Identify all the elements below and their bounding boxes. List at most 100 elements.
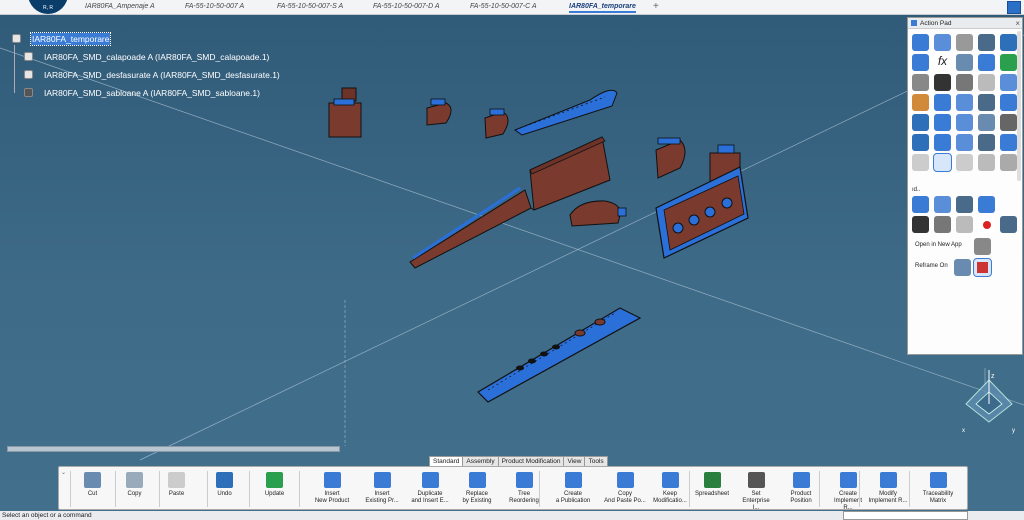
pipette-icon[interactable] <box>1000 74 1017 91</box>
action-bar-label: Paste <box>168 491 185 497</box>
gear-icon[interactable] <box>1000 216 1017 233</box>
undo-icon <box>216 472 233 488</box>
part-icon[interactable] <box>978 196 995 213</box>
globe-icon[interactable] <box>912 94 929 111</box>
split-icon[interactable] <box>978 134 995 151</box>
part-icon[interactable] <box>956 196 973 213</box>
cylinder-selected-icon[interactable] <box>933 153 952 172</box>
reframe-icon[interactable] <box>954 259 971 276</box>
reframe-on-label[interactable]: Reframe On <box>915 263 948 269</box>
barcode-button[interactable]: Set Enterprise I... <box>739 467 773 511</box>
product-position-button[interactable]: Product Position <box>783 467 819 511</box>
replace-icon <box>468 472 486 488</box>
action-pad-title[interactable]: Action Pad × <box>908 18 1022 29</box>
keep-modification-button[interactable]: Keep Modificatio... <box>649 467 691 511</box>
cylinder-icon[interactable] <box>912 154 929 171</box>
copy-paste-position-button[interactable]: Copy And Paste Po... <box>604 467 646 511</box>
duplicate-icon <box>421 472 439 488</box>
scissors-button[interactable]: Cut <box>79 467 106 511</box>
compass-y-label: y <box>1012 428 1015 434</box>
compare-icon[interactable] <box>956 134 973 151</box>
tab-document-5[interactable]: FA-55-10-50-007-C A <box>470 3 537 10</box>
tools-icon[interactable] <box>1000 34 1017 51</box>
tab-document-3[interactable]: FA-55-10-50-007-S A <box>277 3 343 10</box>
stop-icon[interactable] <box>956 216 973 233</box>
part-icon[interactable] <box>1000 94 1017 111</box>
tab-document-active[interactable]: IAR80FA_temporare <box>569 3 636 13</box>
modify-relation-icon <box>879 472 897 488</box>
cylinder-icon[interactable] <box>956 154 973 171</box>
cube-icon[interactable] <box>956 94 973 111</box>
product-icon[interactable] <box>912 34 929 51</box>
anchor-icon[interactable] <box>934 114 951 131</box>
close-icon[interactable]: × <box>1015 18 1020 29</box>
implement-relation-icon <box>839 472 857 488</box>
add-tab-button[interactable]: + <box>653 1 659 12</box>
sphere-icon[interactable] <box>956 74 973 91</box>
spreadsheet-button[interactable]: Spreadsheet <box>694 467 730 511</box>
table-icon[interactable] <box>978 114 995 131</box>
expand-icon[interactable] <box>1007 1 1021 14</box>
duplicate-button[interactable]: Duplicate and Insert E... <box>409 467 451 511</box>
save-icon[interactable] <box>934 216 951 233</box>
record-icon[interactable] <box>978 216 995 233</box>
modify-relation-button[interactable]: Modify Implement R... <box>867 467 909 511</box>
undo-button[interactable]: Undo <box>211 467 238 511</box>
insert-existing-button[interactable]: Insert Existing Pr... <box>361 467 403 511</box>
settings-icon[interactable] <box>912 54 929 71</box>
command-input[interactable] <box>843 511 968 520</box>
action-bar-label: Keep Modificatio... <box>653 491 687 504</box>
part-icon[interactable] <box>934 196 951 213</box>
camera-icon[interactable] <box>1000 114 1017 131</box>
tab-document-2[interactable]: FA-55-10-50-007 A <box>185 3 244 10</box>
update-button[interactable]: Update <box>257 467 292 511</box>
replace-button[interactable]: Replace by Existing <box>456 467 498 511</box>
representation-icon[interactable] <box>978 34 995 51</box>
tab-document-1[interactable]: IAR80FA_Ampenaje A <box>85 3 155 10</box>
copy-icon <box>126 472 143 488</box>
link-icon[interactable] <box>978 54 995 71</box>
action-bar-label: Cut <box>87 491 98 497</box>
pencil-icon[interactable] <box>934 94 951 111</box>
compass-icon[interactable]: z x y <box>958 370 1020 434</box>
reframe-on-icon[interactable] <box>973 258 992 277</box>
cylinder-icon[interactable] <box>978 154 995 171</box>
update-icon <box>266 472 283 488</box>
brush-icon[interactable] <box>912 216 929 233</box>
copy-button[interactable]: Copy <box>121 467 148 511</box>
collapse-icon[interactable]: ⌄ <box>61 469 66 476</box>
refresh-icon[interactable] <box>1000 54 1017 71</box>
tab-document-4[interactable]: FA-55-10-50-007-D A <box>373 3 440 10</box>
part-icon[interactable] <box>912 196 929 213</box>
open-in-new-app-label[interactable]: Open in New App <box>915 242 962 248</box>
analysis-icon[interactable] <box>1000 134 1017 151</box>
multi-icon[interactable] <box>912 134 929 151</box>
matrix-button[interactable]: Traceability Matrix <box>917 467 959 511</box>
bottle-icon[interactable] <box>978 94 995 111</box>
hierarchy-icon[interactable] <box>934 134 951 151</box>
app-logo[interactable]: R, R <box>28 0 68 14</box>
part-perforated-plate <box>655 166 749 259</box>
publication-button[interactable]: Create a Publication <box>552 467 594 511</box>
paste-button[interactable]: Paste <box>163 467 190 511</box>
search-icon[interactable] <box>912 74 929 91</box>
part-bracket-3 <box>484 108 509 139</box>
separator <box>859 471 860 507</box>
action-bar-label: Copy <box>127 491 142 497</box>
part-icon[interactable] <box>934 34 951 51</box>
implement-relation-button[interactable]: Create Implement R... <box>829 467 867 511</box>
search-icon[interactable] <box>974 238 991 255</box>
action-bar-label: Copy And Paste Po... <box>604 491 646 504</box>
horizontal-scrollbar[interactable] <box>7 446 340 452</box>
measure-icon[interactable] <box>934 74 951 91</box>
parameters-icon[interactable] <box>956 54 973 71</box>
eraser-icon[interactable] <box>978 74 995 91</box>
paste-icon <box>168 472 185 488</box>
insert-product-button[interactable]: Insert New Product <box>311 467 353 511</box>
constraint-icon[interactable] <box>956 114 973 131</box>
formula-icon[interactable]: fx <box>934 54 951 71</box>
separator <box>539 471 540 507</box>
assembly-icon[interactable] <box>912 114 929 131</box>
shape-icon[interactable] <box>956 34 973 51</box>
cylinder-icon[interactable] <box>1000 154 1017 171</box>
